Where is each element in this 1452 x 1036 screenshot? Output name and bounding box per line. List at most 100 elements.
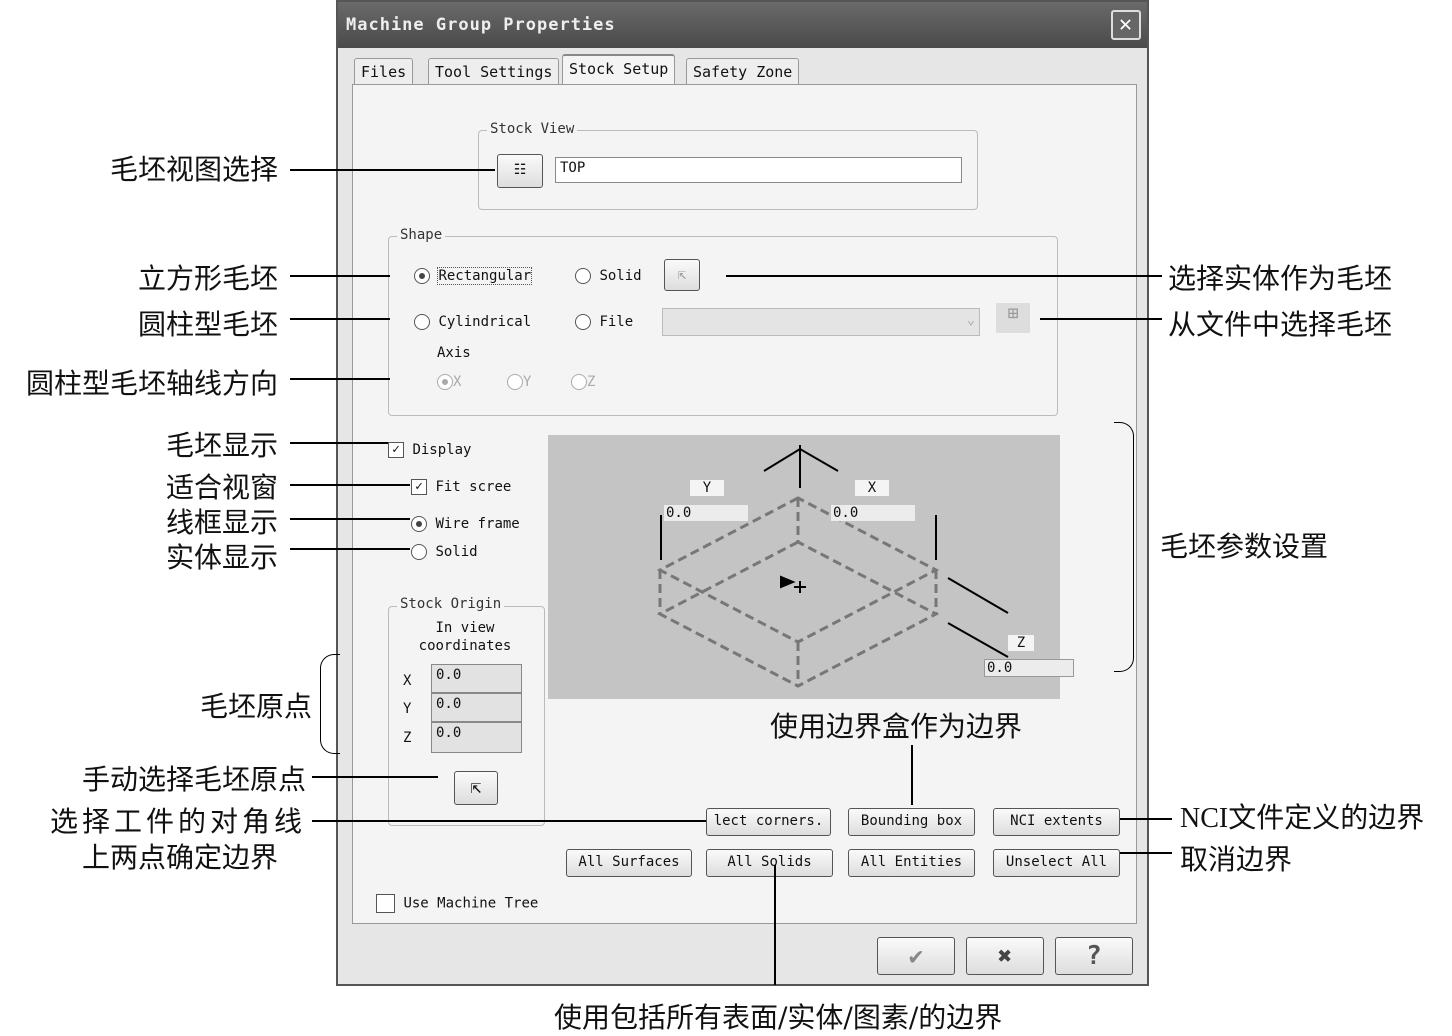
cursor-arrow-icon: ⇱	[470, 777, 482, 798]
dimension-lines	[660, 515, 1009, 658]
annotation-corners-2: 上两点确定边界	[81, 841, 278, 874]
annotation-solid: 实体显示	[165, 541, 278, 574]
leader-line	[290, 275, 390, 277]
display-label: Display	[412, 442, 472, 458]
axis-label: Axis	[437, 345, 471, 361]
help-button[interactable]: ?	[1055, 937, 1133, 975]
params-brace	[1114, 422, 1134, 672]
stock-view-field[interactable]: TOP	[555, 157, 962, 183]
axis-z-radio[interactable]: Z	[571, 374, 595, 390]
display-checkbox[interactable]: ✓ Display	[388, 442, 471, 458]
rectangular-label: Rectangular	[437, 267, 533, 285]
tab-stock-setup[interactable]: Stock Setup	[562, 54, 676, 85]
stock-preview: Y 0.0 X 0.0 Z 0.0	[548, 435, 1074, 699]
nci-extents-button[interactable]: NCI extents	[993, 808, 1120, 836]
axis-y-radio[interactable]: Y	[507, 374, 531, 390]
file-radio[interactable]: File	[575, 314, 633, 330]
leader-line	[290, 378, 390, 380]
title-bar: Machine Group Properties ✕	[338, 2, 1147, 48]
annotation-from-file: 从文件中选择毛坯	[1168, 308, 1393, 341]
checkbox-icon	[376, 894, 395, 913]
leader-line	[290, 548, 410, 550]
annotation-rectangular: 立方形毛坯	[137, 262, 278, 295]
axis-z-label: Z	[587, 374, 596, 390]
annotation-axis: 圆柱型毛坯轴线方向	[25, 367, 278, 400]
cancel-button[interactable]: ✖	[966, 937, 1044, 975]
radio-icon	[575, 314, 591, 330]
solid-display-radio[interactable]: Solid	[411, 544, 478, 560]
leader-line	[1040, 318, 1162, 320]
shape-label: Shape	[397, 227, 446, 243]
file-tree-icon: ⊞	[1007, 303, 1019, 324]
unselect-all-button[interactable]: Unselect All	[993, 849, 1120, 877]
axis-x-radio[interactable]: X	[437, 374, 461, 390]
annotation-manual-origin: 手动选择毛坯原点	[81, 763, 306, 796]
file-label: File	[599, 314, 634, 330]
annotation-stock-view: 毛坯视图选择	[109, 153, 278, 186]
annotation-select-solid: 选择实体作为毛坯	[1168, 262, 1393, 295]
wireframe-radio[interactable]: Wire frame	[411, 516, 520, 532]
radio-icon	[571, 374, 587, 390]
annotation-all: 使用包括所有表面/实体/图素/的边界	[554, 1001, 1003, 1034]
view-select-button[interactable]: ☷	[497, 154, 543, 188]
fit-screen-checkbox[interactable]: ✓ Fit scree	[411, 479, 511, 495]
solid-display-label: Solid	[435, 544, 478, 560]
leader-line	[290, 442, 388, 444]
browse-file-button[interactable]: ⊞	[996, 303, 1030, 333]
origin-z-field[interactable]: 0.0	[431, 722, 522, 753]
view-list-icon: ☷	[513, 162, 527, 178]
radio-icon	[437, 374, 453, 390]
select-solid-button[interactable]: ⇱	[664, 259, 700, 291]
axis-y-label: Y	[523, 374, 532, 390]
wireframe-label: Wire frame	[435, 516, 520, 532]
radio-icon	[575, 268, 591, 284]
radio-icon	[414, 268, 430, 284]
radio-icon	[411, 516, 427, 532]
all-solids-button[interactable]: All Solids	[706, 849, 833, 877]
origin-z-label: Z	[403, 730, 412, 746]
ok-button[interactable]: ✔	[877, 937, 955, 975]
use-machine-tree-label: Use Machine Tree	[403, 895, 539, 912]
preview-z-field[interactable]: 0.0	[984, 659, 1074, 677]
tab-tool-settings[interactable]: Tool Settings	[428, 58, 560, 85]
annotation-bounding: 使用边界盒作为边界	[770, 710, 1023, 743]
file-dropdown[interactable]: ⌄	[662, 308, 980, 336]
solid-shape-label: Solid	[599, 268, 642, 284]
checkmark-icon: ✓	[411, 479, 427, 495]
all-entities-button[interactable]: All Entities	[848, 849, 975, 877]
annotation-unselect: 取消边界	[1180, 843, 1293, 876]
help-icon: ?	[1086, 941, 1102, 971]
origin-brace	[320, 654, 340, 754]
leader-line	[726, 275, 1162, 277]
dialog-title: Machine Group Properties	[346, 15, 616, 35]
select-corners-button[interactable]: lect corners.	[706, 808, 831, 836]
origin-x-field[interactable]: 0.0	[431, 664, 522, 693]
tab-safety-zone[interactable]: Safety Zone	[686, 58, 800, 85]
leader-line	[911, 745, 913, 805]
origin-y-field[interactable]: 0.0	[431, 693, 522, 722]
preview-y-label: Y	[690, 480, 724, 496]
bounding-box-button[interactable]: Bounding box	[848, 808, 975, 836]
rectangular-radio[interactable]: Rectangular	[414, 267, 533, 285]
solid-shape-radio[interactable]: Solid	[575, 268, 642, 284]
all-surfaces-button[interactable]: All Surfaces	[566, 849, 692, 877]
origin-arrow	[780, 575, 796, 589]
leader-line	[290, 169, 495, 171]
in-view-coordinates-label: In view coordinates	[418, 620, 512, 654]
annotation-nci: NCI文件定义的边界	[1180, 803, 1425, 834]
up-arrow	[763, 445, 839, 488]
cylindrical-label: Cylindrical	[438, 314, 532, 330]
preview-x-label: X	[855, 480, 889, 496]
annotation-corners-1: 选择工件的对角线	[49, 805, 306, 838]
radio-icon	[411, 544, 427, 560]
origin-x-label: X	[403, 673, 412, 689]
preview-y-field[interactable]: 0.0	[664, 505, 748, 521]
preview-x-field[interactable]: 0.0	[831, 505, 915, 521]
use-machine-tree-checkbox[interactable]: Use Machine Tree	[376, 894, 538, 913]
select-origin-button[interactable]: ⇱	[454, 771, 498, 805]
chevron-down-icon: ⌄	[966, 312, 975, 328]
close-icon[interactable]: ✕	[1111, 10, 1141, 40]
tab-files[interactable]: Files	[354, 58, 414, 85]
cylindrical-radio[interactable]: Cylindrical	[414, 314, 531, 330]
fit-screen-label: Fit scree	[435, 479, 512, 495]
